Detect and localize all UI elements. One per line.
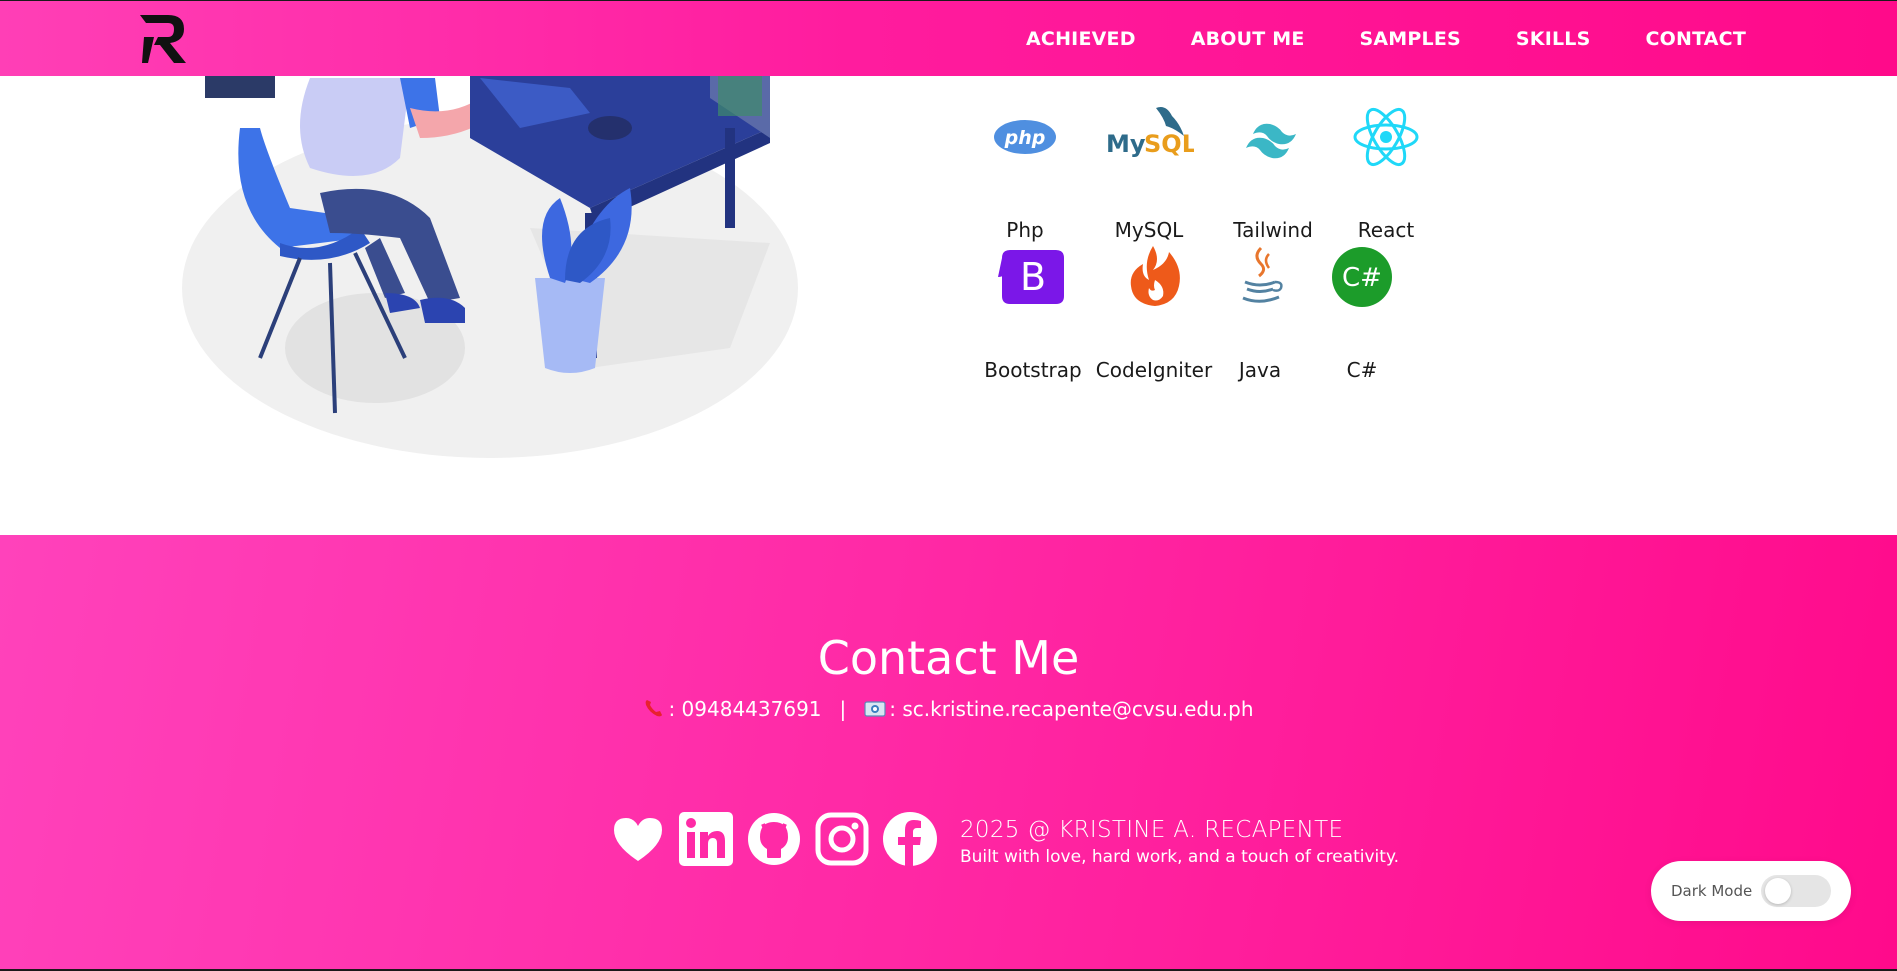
- facebook-icon[interactable]: [882, 811, 938, 867]
- tailwind-icon: [1246, 123, 1296, 159]
- logo-icon[interactable]: [138, 13, 190, 65]
- skill-mysql: My SQL MySQL: [1089, 102, 1209, 242]
- instagram-icon[interactable]: [814, 811, 870, 867]
- skill-react: React: [1326, 102, 1446, 242]
- svg-text:SQL: SQL: [1144, 130, 1194, 158]
- mysql-icon: My SQL: [1106, 107, 1194, 158]
- skill-codeigniter: CodeIgniter: [1094, 242, 1214, 382]
- nav-skills[interactable]: SKILLS: [1516, 28, 1591, 50]
- copyright: 2025 @ KRISTINE A. RECAPENTE Built with …: [960, 817, 1399, 867]
- svg-text:C#: C#: [1342, 263, 1382, 293]
- java-icon: [1242, 246, 1283, 303]
- skill-label: MySQL: [1114, 218, 1184, 242]
- svg-text:My: My: [1106, 130, 1146, 158]
- svg-text:B: B: [1020, 255, 1046, 299]
- nav-samples[interactable]: SAMPLES: [1360, 28, 1461, 50]
- bootstrap-icon: B: [998, 250, 1064, 304]
- skill-label: C#: [1346, 358, 1378, 382]
- skill-label: React: [1357, 218, 1415, 242]
- nav-about-me[interactable]: ABOUT ME: [1191, 28, 1305, 50]
- dark-mode-toggle[interactable]: [1761, 875, 1831, 907]
- heart-icon[interactable]: [610, 811, 666, 867]
- email-prefix: :: [889, 697, 903, 721]
- csharp-icon: C#: [1332, 247, 1392, 307]
- dark-mode-control: Dark Mode: [1651, 861, 1851, 921]
- react-icon: [1353, 107, 1419, 167]
- social-links: [610, 811, 938, 867]
- phone-number[interactable]: 09484437691: [682, 697, 822, 721]
- navbar: ACHIEVED ABOUT ME SAMPLES SKILLS CONTACT: [0, 0, 1897, 76]
- footer: Contact Me : 09484437691 | : sc.kristine.…: [0, 535, 1897, 971]
- toggle-knob: [1765, 878, 1791, 904]
- skill-label: Tailwind: [1233, 218, 1313, 242]
- phone-prefix: :: [668, 697, 682, 721]
- skill-label: Bootstrap: [984, 358, 1082, 382]
- php-icon: php: [994, 120, 1056, 154]
- skill-php: php Php: [965, 102, 1085, 242]
- developer-illustration: [182, 76, 798, 458]
- nav-achieved[interactable]: ACHIEVED: [1026, 28, 1136, 50]
- skill-csharp: C# C#: [1302, 242, 1422, 382]
- contact-separator: |: [839, 697, 847, 721]
- skill-label: Php: [1006, 218, 1044, 242]
- nav-contact[interactable]: CONTACT: [1646, 28, 1747, 50]
- tagline: Built with love, hard work, and a touch …: [960, 847, 1399, 867]
- email-address[interactable]: sc.kristine.recapente@cvsu.edu.ph: [902, 697, 1253, 721]
- contact-line: : 09484437691 | : sc.kristine.recapente@c…: [0, 697, 1897, 721]
- email-icon: [864, 701, 886, 717]
- github-icon[interactable]: [746, 811, 802, 867]
- skills-section: php Php My SQL MySQL Tailwind React B Bo…: [0, 76, 1897, 535]
- phone-icon: [646, 700, 663, 717]
- codeigniter-icon: [1130, 246, 1180, 306]
- svg-text:php: php: [1004, 127, 1046, 149]
- skill-tailwind: Tailwind: [1213, 102, 1333, 242]
- dark-mode-label: Dark Mode: [1671, 882, 1753, 900]
- copyright-text: 2025 @ KRISTINE A. RECAPENTE: [960, 817, 1344, 843]
- skill-bootstrap: B Bootstrap: [973, 242, 1093, 382]
- contact-title: Contact Me: [817, 631, 1080, 685]
- skill-label: CodeIgniter: [1095, 358, 1213, 382]
- nav-links: ACHIEVED ABOUT ME SAMPLES SKILLS CONTACT: [1026, 1, 1746, 77]
- linkedin-icon[interactable]: [678, 811, 734, 867]
